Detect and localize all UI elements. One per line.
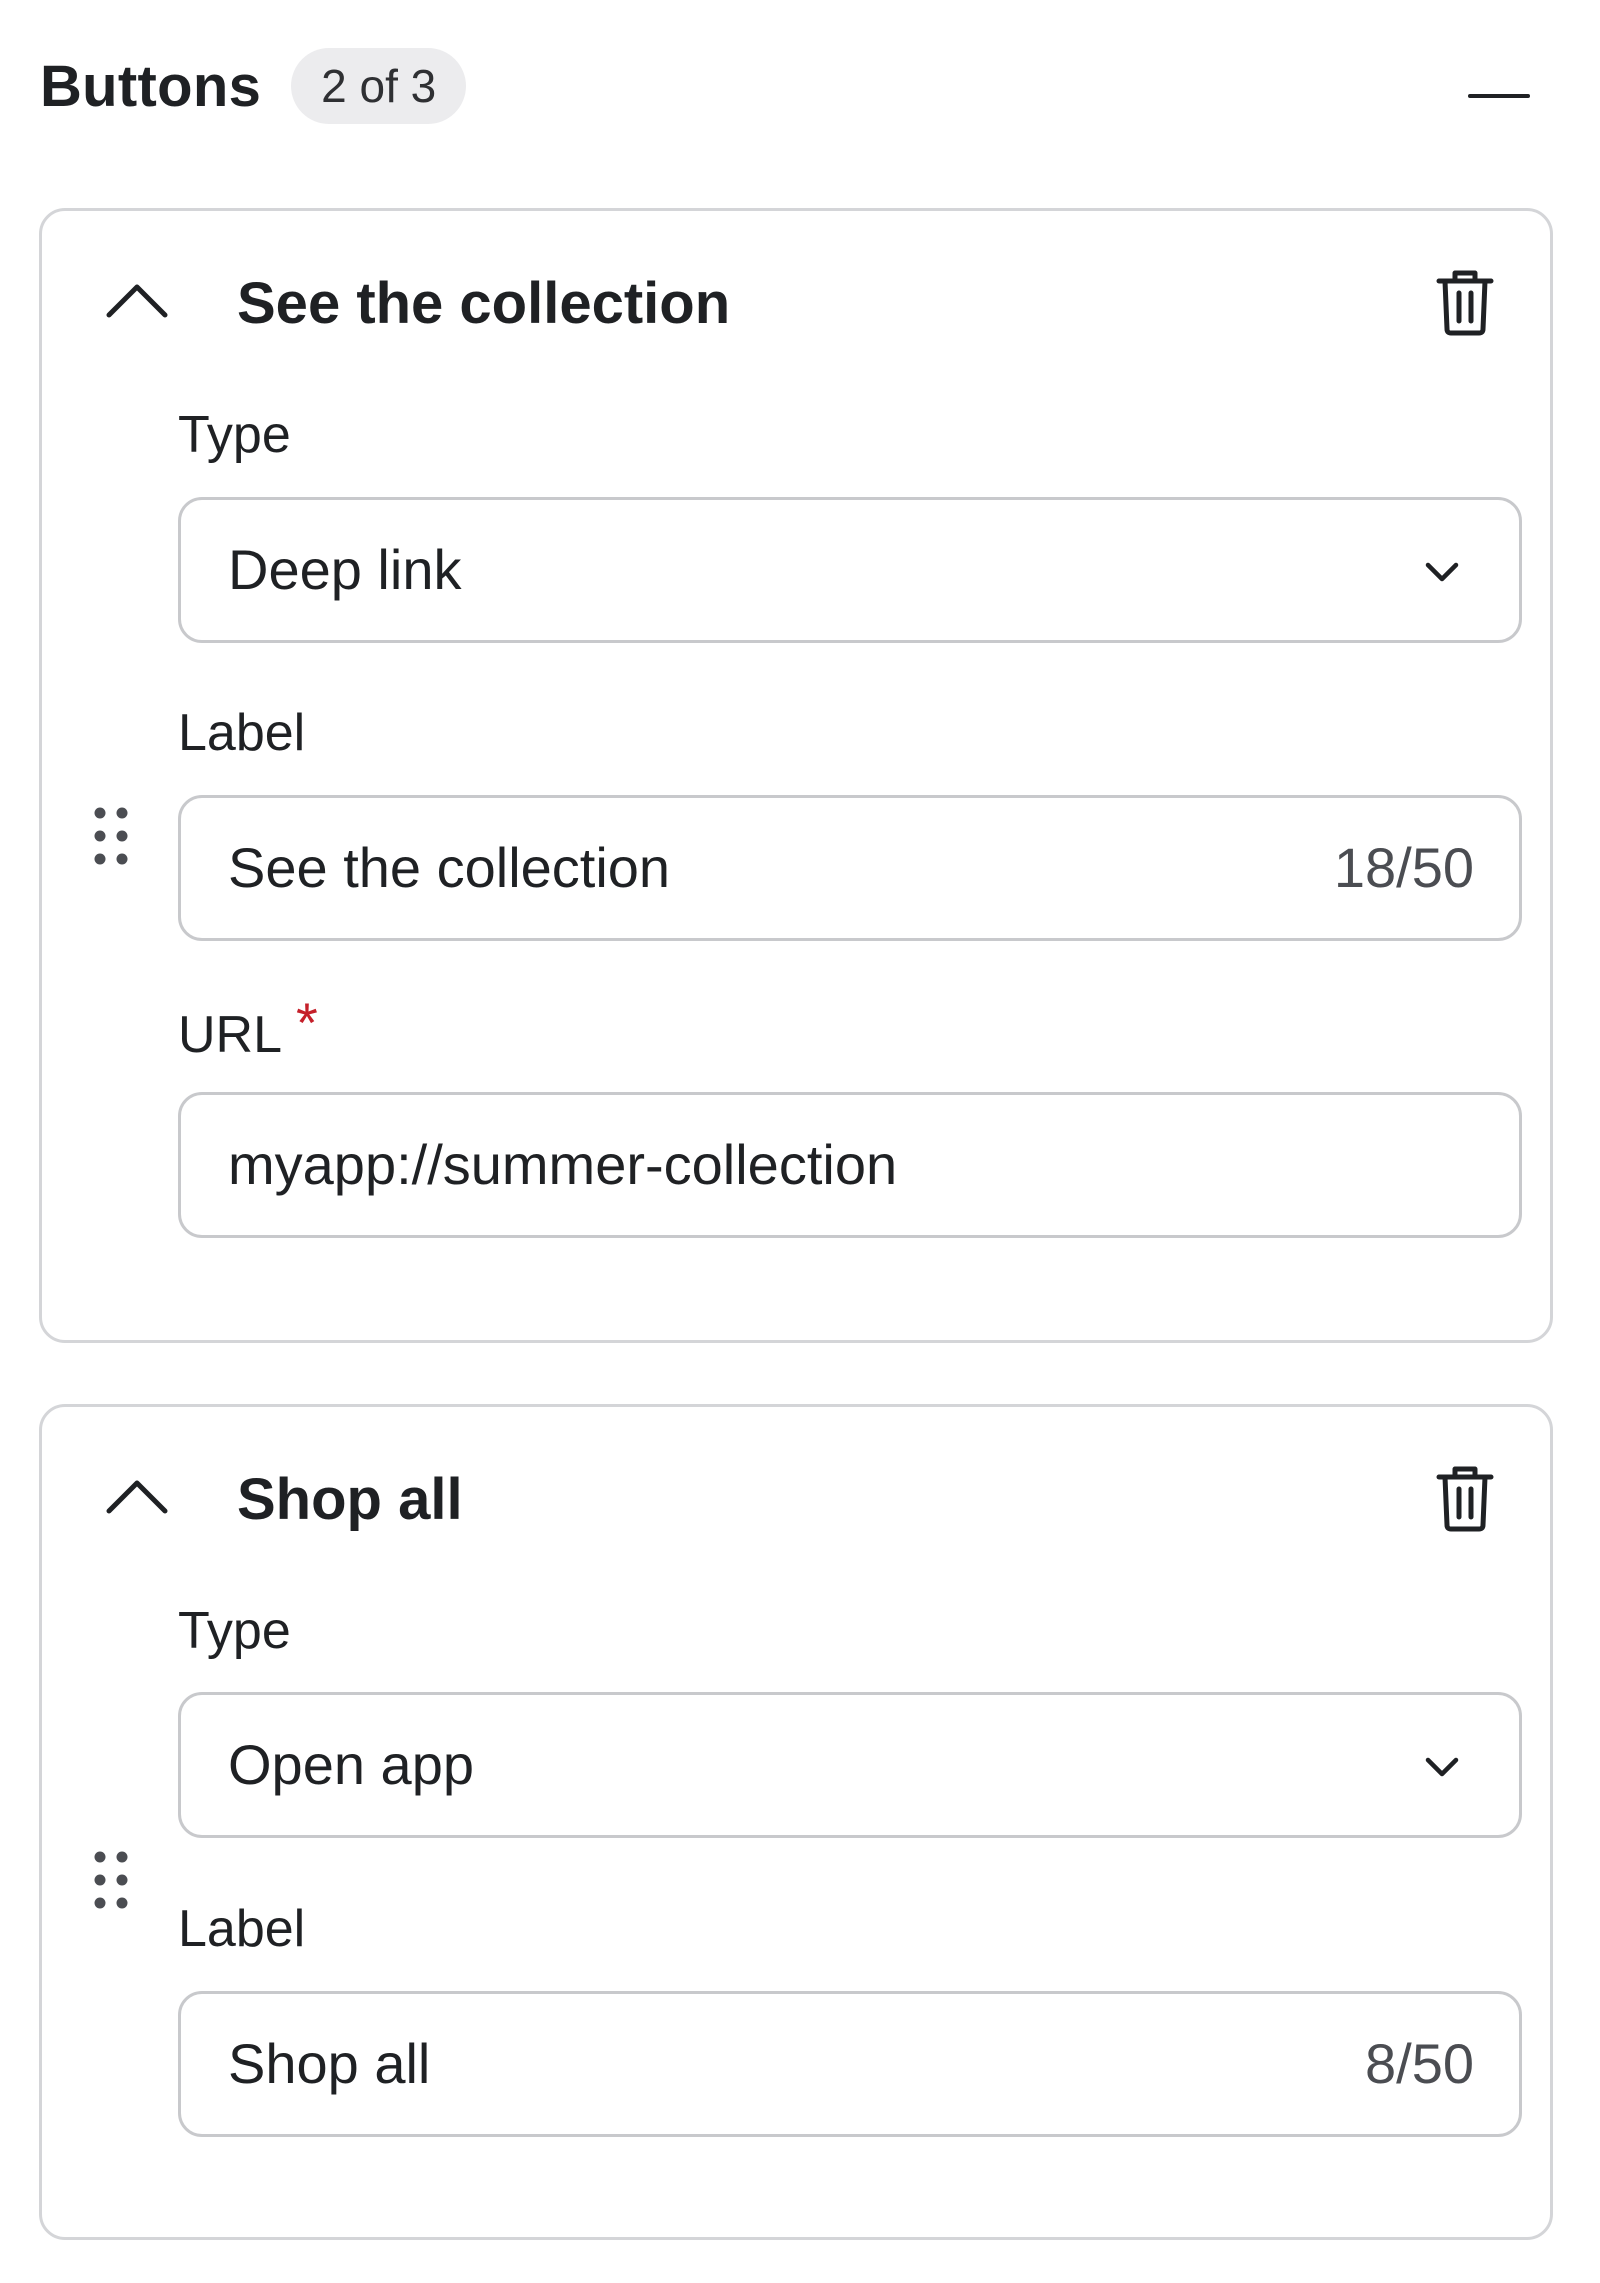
drag-handle-icon[interactable] <box>90 1847 134 1913</box>
type-select-value: Open app <box>228 1733 474 1796</box>
label-label: Label <box>178 704 306 762</box>
label-input[interactable]: Shop all 8/50 <box>178 1991 1522 2137</box>
chevron-up-icon[interactable] <box>97 261 177 341</box>
drag-handle-icon[interactable] <box>90 803 134 869</box>
url-label: URL * <box>178 991 318 1067</box>
type-select[interactable]: Deep link <box>178 497 1522 643</box>
trash-icon[interactable] <box>1425 261 1505 341</box>
trash-icon[interactable] <box>1425 1457 1505 1537</box>
button-card-title: See the collection <box>237 271 731 336</box>
collapse-section-button[interactable] <box>1450 46 1550 126</box>
count-badge: 2 of 3 <box>291 48 467 124</box>
minus-icon <box>1468 94 1530 98</box>
url-label-text: URL <box>178 1006 283 1064</box>
type-select[interactable]: Open app <box>178 1692 1522 1838</box>
url-input[interactable]: myapp://summer-collection <box>178 1092 1522 1238</box>
section-title: Buttons <box>40 53 262 119</box>
chevron-down-icon <box>1425 1757 1459 1777</box>
character-counter: 8/50 <box>1365 2032 1474 2095</box>
character-counter: 18/50 <box>1333 836 1474 899</box>
button-card: Shop all Type Open app Label Shop all 8/… <box>39 1404 1553 2240</box>
required-indicator: * <box>296 991 318 1054</box>
button-card: See the collection Type Deep link Label … <box>39 208 1553 1343</box>
buttons-section-header: Buttons 2 of 3 <box>40 36 1550 136</box>
label-input-value: See the collection <box>228 836 671 899</box>
button-card-header: Shop all <box>42 1407 1550 1597</box>
type-label: Type <box>178 406 291 464</box>
label-input[interactable]: See the collection 18/50 <box>178 795 1522 941</box>
button-card-header: See the collection <box>42 211 1550 401</box>
type-select-value: Deep link <box>228 538 462 601</box>
url-input-value: myapp://summer-collection <box>228 1133 898 1196</box>
button-card-title: Shop all <box>237 1467 463 1532</box>
label-label: Label <box>178 1900 306 1958</box>
chevron-down-icon <box>1425 562 1459 582</box>
label-input-value: Shop all <box>228 2032 431 2095</box>
chevron-up-icon[interactable] <box>97 1457 177 1537</box>
type-label: Type <box>178 1602 291 1660</box>
